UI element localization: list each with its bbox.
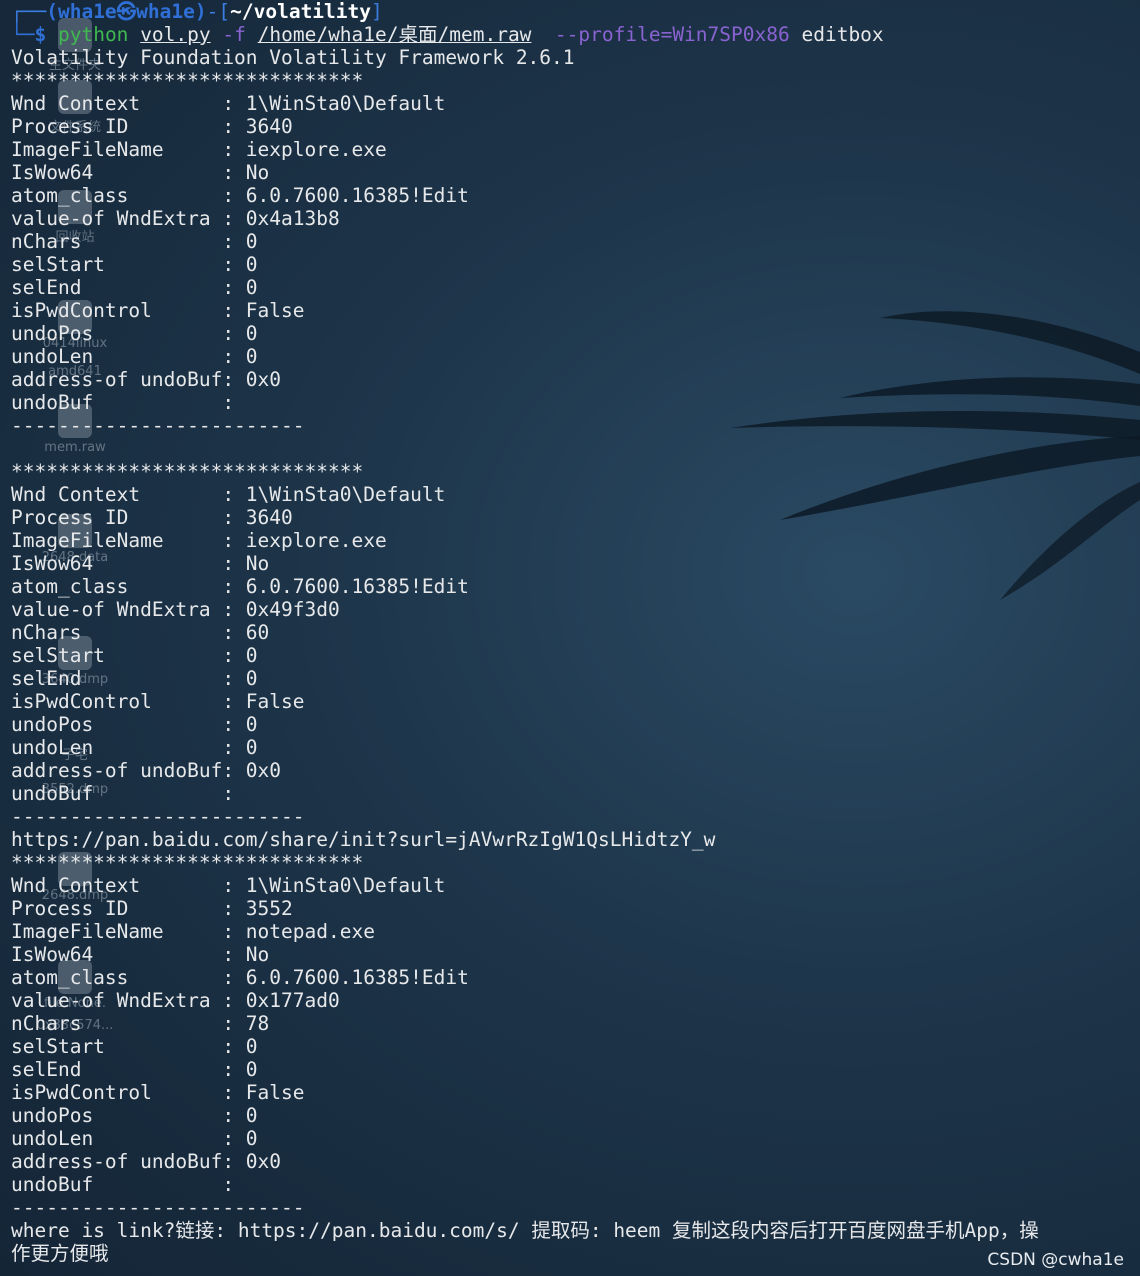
record-field: atom_class : 6.0.7600.16385!Edit <box>11 575 469 598</box>
record-field: isPwdControl : False <box>11 1081 305 1104</box>
separator-dashes: ------------------------- <box>11 414 305 437</box>
record-field: isPwdControl : False <box>11 299 305 322</box>
record-field: selEnd : 0 <box>11 1058 258 1081</box>
record-field: nChars : 0 <box>11 230 258 253</box>
record-field: ImageFileName : notepad.exe <box>11 920 375 943</box>
separator-stars: ****************************** <box>11 851 364 874</box>
csdn-watermark: CSDN @cwha1e <box>987 1250 1124 1270</box>
separator-dashes: ------------------------- <box>11 1196 305 1219</box>
record-field: value-of WndExtra : 0x49f3d0 <box>11 598 340 621</box>
command-line: └─$ python vol.py -f /home/wha1e/桌面/mem.… <box>11 23 884 46</box>
record-field: undoBuf : <box>11 391 235 414</box>
record-field: nChars : 60 <box>11 621 270 644</box>
record-field: selEnd : 0 <box>11 276 258 299</box>
record-field: selStart : 0 <box>11 1035 258 1058</box>
record-field: selStart : 0 <box>11 644 258 667</box>
record-field: value-of WndExtra : 0x177ad0 <box>11 989 340 1012</box>
record-field: undoPos : 0 <box>11 322 258 345</box>
record-field: IsWow64 : No <box>11 161 270 184</box>
record-field: IsWow64 : No <box>11 943 270 966</box>
record-field: Wnd Context : 1\WinSta0\Default <box>11 874 446 897</box>
separator-stars: ****************************** <box>11 460 364 483</box>
record-field: ImageFileName : iexplore.exe <box>11 529 387 552</box>
record-field: ImageFileName : iexplore.exe <box>11 138 387 161</box>
record-field: undoPos : 0 <box>11 713 258 736</box>
record-field: address-of undoBuf: 0x0 <box>11 759 282 782</box>
record-content: where is link?链接: https://pan.baidu.com/… <box>11 1219 1039 1242</box>
record-field: Process ID : 3640 <box>11 506 293 529</box>
prompt-header: ┌──(wha1e㉿wha1e)-[~/volatility] <box>11 0 383 23</box>
terminal-output[interactable]: ┌──(wha1e㉿wha1e)-[~/volatility] └─$ pyth… <box>0 0 1140 1276</box>
record-content: https://pan.baidu.com/share/init?surl=jA… <box>11 828 716 851</box>
record-field: Wnd Context : 1\WinSta0\Default <box>11 92 446 115</box>
separator-stars: ****************************** <box>11 69 364 92</box>
record-field: atom_class : 6.0.7600.16385!Edit <box>11 966 469 989</box>
record-field: undoPos : 0 <box>11 1104 258 1127</box>
record-field: address-of undoBuf: 0x0 <box>11 1150 282 1173</box>
record-field: undoLen : 0 <box>11 736 258 759</box>
record-field: atom_class : 6.0.7600.16385!Edit <box>11 184 469 207</box>
record-field: isPwdControl : False <box>11 690 305 713</box>
record-field: undoBuf : <box>11 1173 235 1196</box>
record-content: 作更方便哦 <box>11 1242 109 1265</box>
record-field: undoLen : 0 <box>11 345 258 368</box>
record-field: address-of undoBuf: 0x0 <box>11 368 282 391</box>
banner-line: Volatility Foundation Volatility Framewo… <box>11 46 575 69</box>
record-field: undoBuf : <box>11 782 235 805</box>
record-field: selStart : 0 <box>11 253 258 276</box>
record-field: value-of WndExtra : 0x4a13b8 <box>11 207 340 230</box>
separator-dashes: ------------------------- <box>11 805 305 828</box>
record-field: Process ID : 3552 <box>11 897 293 920</box>
record-field: Process ID : 3640 <box>11 115 293 138</box>
record-field: IsWow64 : No <box>11 552 270 575</box>
record-field: Wnd Context : 1\WinSta0\Default <box>11 483 446 506</box>
record-field: nChars : 78 <box>11 1012 270 1035</box>
record-field: selEnd : 0 <box>11 667 258 690</box>
record-field: undoLen : 0 <box>11 1127 258 1150</box>
